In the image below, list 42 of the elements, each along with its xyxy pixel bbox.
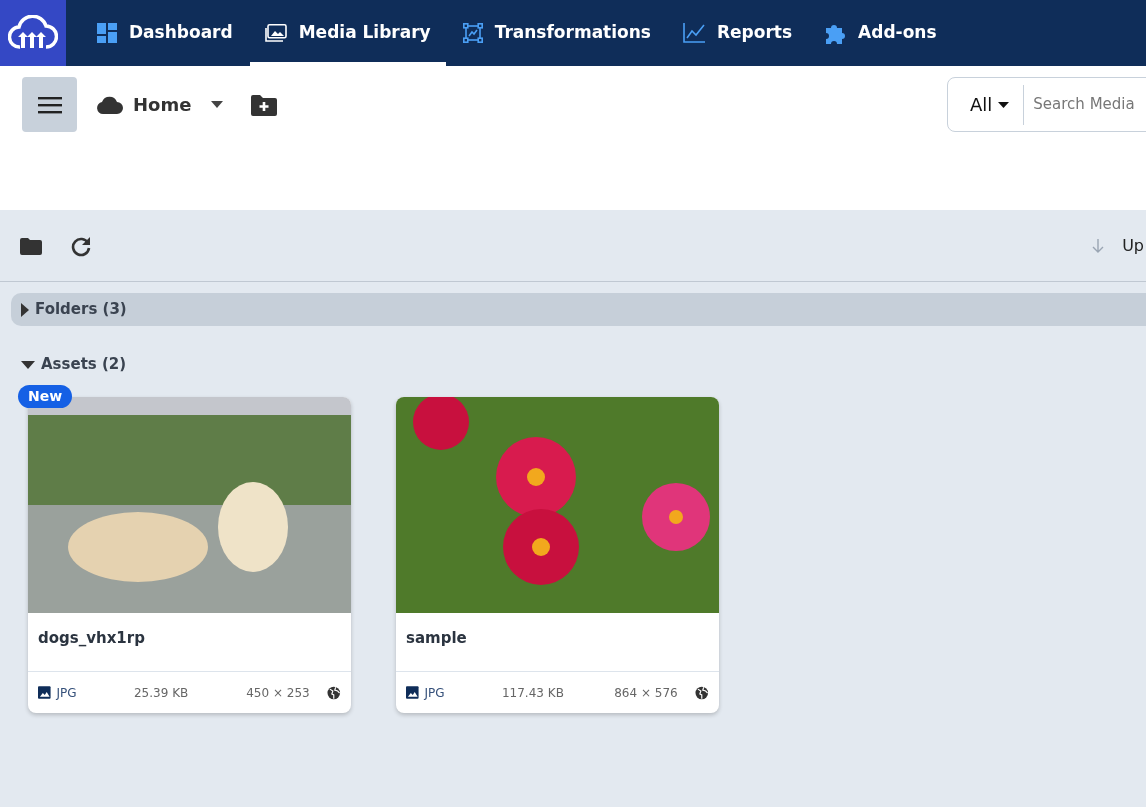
transform-icon <box>462 23 483 43</box>
home-dropdown[interactable]: Home <box>97 91 224 118</box>
dashboard-icon <box>97 23 117 43</box>
format-label: JPG <box>56 684 78 702</box>
line-chart-icon <box>683 23 705 43</box>
logo[interactable] <box>0 0 66 66</box>
image-icon <box>38 686 51 699</box>
image-icon <box>406 686 419 699</box>
globe-icon <box>327 685 341 700</box>
globe-icon <box>695 685 709 700</box>
cloud-logo-icon <box>8 15 58 51</box>
asset-name: sample <box>405 628 468 649</box>
images-icon <box>264 24 287 42</box>
section-header[interactable]: Folders (3) <box>11 293 1146 326</box>
upload-label[interactable]: Up <box>1122 233 1144 258</box>
file-size: 117.43 KB <box>501 684 565 702</box>
asset-name: dogs_vhx1rp <box>37 628 146 649</box>
cloud-icon <box>97 95 123 114</box>
folder-button[interactable] <box>20 235 42 256</box>
format-label: JPG <box>424 684 446 702</box>
file-size: 25.39 KB <box>133 684 190 702</box>
nav-tab[interactable]: Dashboard <box>82 0 248 66</box>
arrow-down-icon <box>1092 238 1105 253</box>
search-field[interactable]: All Search Media <box>947 77 1146 132</box>
nav-tab[interactable]: Transformations <box>447 0 666 66</box>
caret-icon <box>998 101 1010 108</box>
puzzle-icon <box>824 22 847 44</box>
caret-right-icon <box>21 302 29 317</box>
nav-tab[interactable]: Reports <box>668 0 808 66</box>
folder-plus-icon <box>251 93 278 116</box>
folder-icon <box>20 237 42 255</box>
new-badge: New <box>18 385 73 408</box>
nav-tab[interactable]: Add-ons <box>809 0 952 66</box>
menu-button[interactable] <box>22 77 77 132</box>
new-folder-button[interactable] <box>251 93 278 116</box>
menu-icon <box>37 95 62 114</box>
asset-card[interactable]: sample JPG 117.43 KB 864 × 576 <box>396 397 719 713</box>
section-header[interactable]: Assets (2) <box>11 348 1146 381</box>
dimensions: 864 × 576 <box>614 684 679 702</box>
caret-icon <box>211 101 224 108</box>
caret-down-icon <box>21 360 35 369</box>
dimensions: 450 × 253 <box>246 684 311 702</box>
